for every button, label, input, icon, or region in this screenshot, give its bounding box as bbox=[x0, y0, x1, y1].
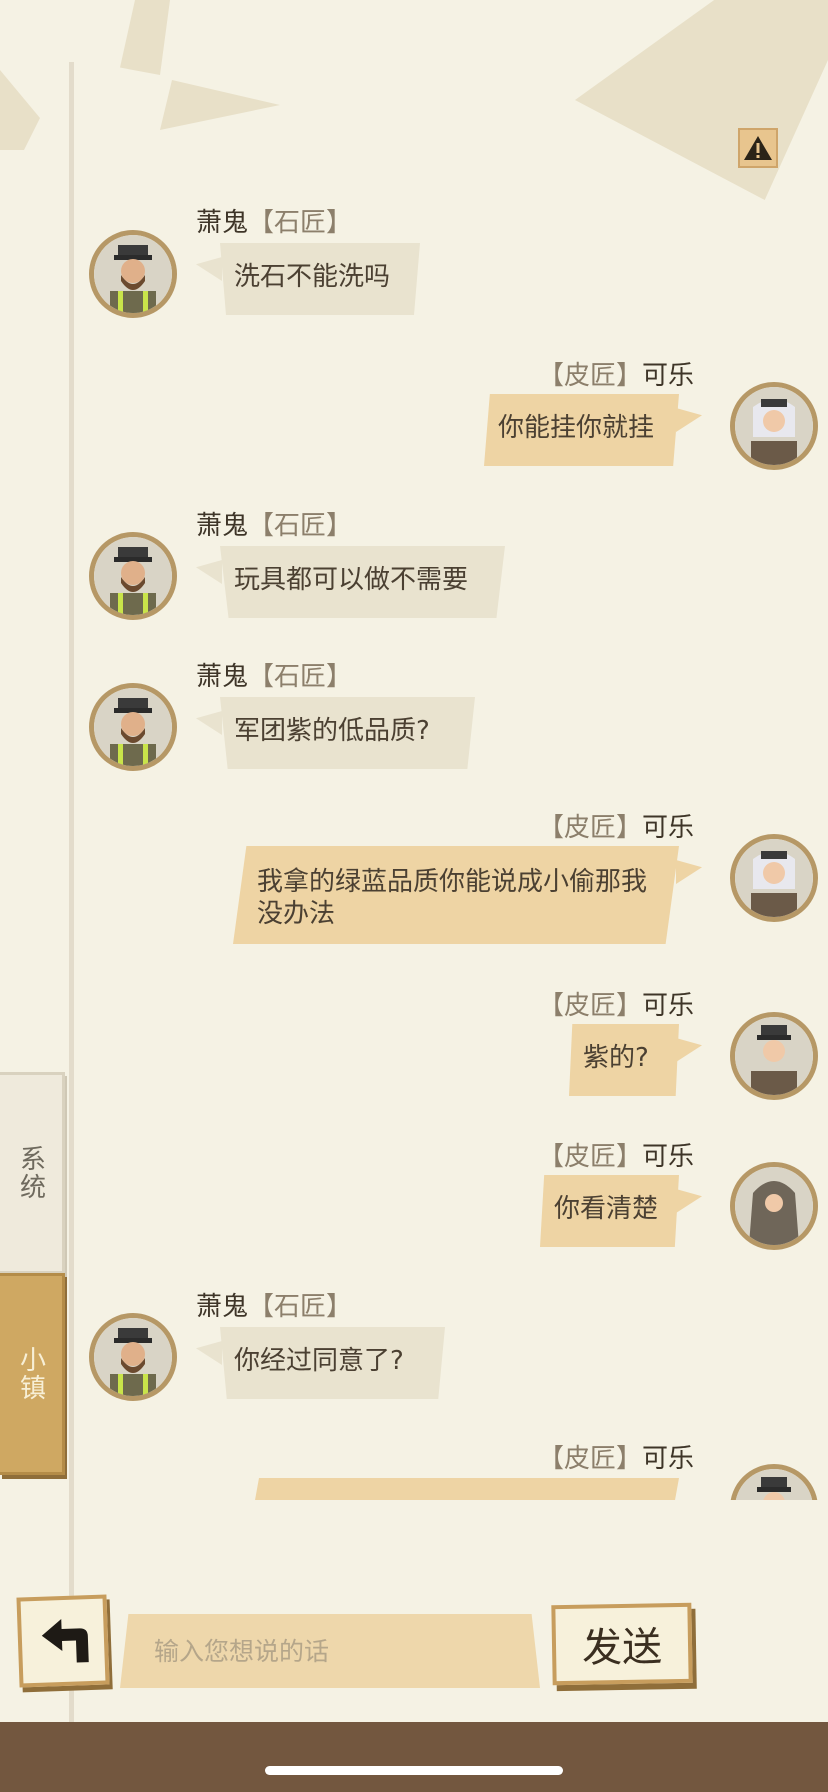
mason-avatar[interactable] bbox=[89, 532, 177, 620]
sender-name: 萧鬼【石匠】 bbox=[196, 662, 353, 692]
bubble-tail bbox=[676, 860, 702, 884]
mason-avatar[interactable] bbox=[89, 230, 177, 318]
input-bar: 发送 bbox=[0, 1580, 828, 1710]
sender-name: 【皮匠】可乐 bbox=[538, 361, 695, 391]
message-bubble: 洗石不能洗吗 bbox=[220, 243, 420, 315]
bubble-tail bbox=[196, 711, 222, 735]
sender-name: 【皮匠】可乐 bbox=[538, 991, 695, 1021]
tanner-avatar[interactable] bbox=[730, 1464, 818, 1500]
message-bubble: 你看清楚 bbox=[540, 1175, 679, 1247]
send-button[interactable]: 发送 bbox=[551, 1602, 693, 1686]
home-indicator[interactable] bbox=[265, 1766, 563, 1775]
bubble-tail bbox=[676, 1038, 702, 1062]
message-bubble: 军团紫的低品质? bbox=[220, 697, 475, 769]
sender-name: 【皮匠】可乐 bbox=[538, 1444, 695, 1474]
sender-name: 萧鬼【石匠】 bbox=[196, 1292, 353, 1322]
sender-name: 【皮匠】可乐 bbox=[538, 813, 695, 843]
hooded-avatar[interactable] bbox=[730, 1162, 818, 1250]
back-arrow-icon bbox=[41, 1619, 89, 1663]
tanner-avatar[interactable] bbox=[730, 382, 818, 470]
mason-avatar[interactable] bbox=[89, 1313, 177, 1401]
mason-avatar[interactable] bbox=[89, 683, 177, 771]
sender-name: 萧鬼【石匠】 bbox=[196, 208, 353, 238]
message-input[interactable] bbox=[120, 1614, 540, 1688]
bubble-tail bbox=[196, 560, 222, 584]
tanner-avatar[interactable] bbox=[730, 834, 818, 922]
bubble-tail bbox=[676, 408, 702, 432]
back-button[interactable] bbox=[16, 1594, 110, 1688]
sender-name: 萧鬼【石匠】 bbox=[196, 511, 353, 541]
bubble-tail bbox=[196, 257, 222, 281]
message-bubble bbox=[246, 1478, 679, 1500]
bubble-tail bbox=[196, 1341, 222, 1365]
message-bubble: 我拿的绿蓝品质你能说成小偷那我没办法 bbox=[233, 846, 679, 944]
sender-name: 【皮匠】可乐 bbox=[538, 1142, 695, 1172]
bubble-tail bbox=[676, 1189, 702, 1213]
message-bubble: 玩具都可以做不需要 bbox=[220, 546, 505, 618]
tanner-avatar[interactable] bbox=[730, 1012, 818, 1100]
message-bubble: 紫的? bbox=[569, 1024, 679, 1096]
chat-list[interactable]: 萧鬼【石匠】 洗石不能洗吗 【皮匠】可乐 你能挂你就挂 萧鬼【石匠】 玩具都可以… bbox=[0, 0, 828, 1500]
message-bubble: 你经过同意了? bbox=[220, 1327, 445, 1399]
message-bubble: 你能挂你就挂 bbox=[484, 394, 679, 466]
bottom-bar bbox=[0, 1722, 828, 1792]
